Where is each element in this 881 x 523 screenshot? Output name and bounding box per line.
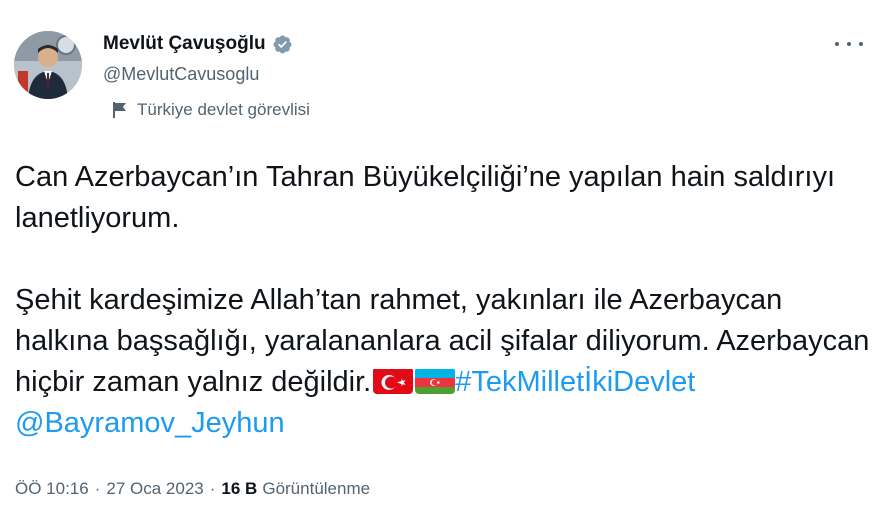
meta-separator: ·: [209, 479, 216, 498]
hashtag-link[interactable]: #TekMilletİkiDevlet: [455, 366, 695, 398]
views-count: 16 B: [221, 479, 258, 498]
more-dot-icon: [859, 42, 863, 46]
mention-link[interactable]: @Bayramov_Jeyhun: [15, 407, 285, 439]
tweet-text: Can Azerbaycan’ın Tahran Büyükelçiliği’n…: [15, 157, 873, 444]
azerbaijan-flag-icon: [415, 367, 456, 394]
verified-badge-icon[interactable]: [272, 34, 293, 55]
tweet-time-link[interactable]: ÖÖ 10:16 · 27 Oca 2023: [15, 479, 204, 499]
government-label-text: Türkiye devlet görevlisi: [137, 100, 310, 119]
turkey-flag-icon: [373, 367, 414, 394]
flag-icon: [113, 102, 126, 118]
author-name-row: Mevlüt Çavuşoğlu: [103, 33, 293, 55]
more-dot-icon: [835, 42, 839, 46]
tweet-date: 27 Oca 2023: [106, 479, 204, 498]
author-name[interactable]: Mevlüt Çavuşoğlu: [103, 33, 266, 55]
more-dot-icon: [847, 42, 851, 46]
avatar-image: [14, 31, 82, 99]
views-label: Görüntülenme: [262, 479, 371, 498]
meta-separator: ·: [94, 479, 101, 498]
government-label[interactable]: Türkiye devlet görevlisi: [112, 100, 310, 120]
more-options-button[interactable]: [835, 33, 863, 55]
tweet-meta: ÖÖ 10:16 · 27 Oca 2023 · 16 B Görüntülenme: [15, 479, 370, 499]
tweet-paragraph-1: Can Azerbaycan’ın Tahran Büyükelçiliği’n…: [15, 161, 836, 234]
tweet-paragraph-2: Şehit kardeşimize Allah’tan rahmet, yakı…: [15, 280, 873, 444]
tweet-time: ÖÖ 10:16: [15, 479, 89, 498]
author-handle[interactable]: @MevlutCavusoglu: [103, 64, 259, 85]
avatar[interactable]: [14, 31, 82, 99]
